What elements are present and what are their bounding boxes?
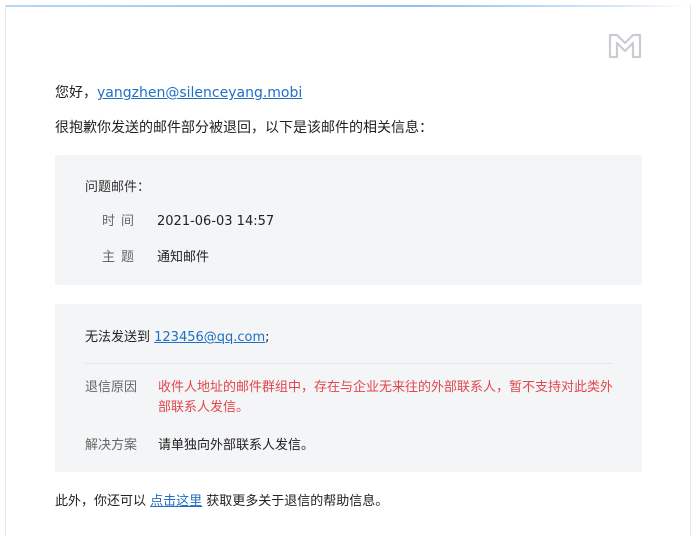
info-row-subject: 主题 通知邮件 <box>85 248 209 268</box>
greeting-prefix: 您好， <box>55 85 97 101</box>
time-label: 时间 <box>101 214 140 229</box>
subject-label: 主题 <box>101 250 140 265</box>
help-link[interactable]: 点击这里 <box>150 494 202 509</box>
reason-label: 退信原因 <box>85 380 138 395</box>
top-accent-bar <box>6 5 690 7</box>
failed-recipient-link[interactable]: 123456@qq.com <box>154 330 265 345</box>
mail-info-panel: 问题邮件： 时间 2021-06-03 14:57 主题 通知邮件 <box>55 155 642 285</box>
info-title: 问题邮件： <box>85 180 151 195</box>
solution-text: 请单独向外部联系人发信。 <box>158 438 315 453</box>
brand-logo-icon <box>608 33 642 59</box>
footer-help-line: 此外，你还可以 点击这里 获取更多关于退信的帮助信息。 <box>55 492 388 512</box>
subject-value: 通知邮件 <box>157 250 210 265</box>
recipient-email-link[interactable]: yangzhen@silenceyang.mobi <box>97 85 302 101</box>
time-value: 2021-06-03 14:57 <box>157 214 275 229</box>
panel-divider <box>85 363 612 364</box>
footer-suffix: 获取更多关于退信的帮助信息。 <box>202 494 389 509</box>
failed-suffix: ; <box>265 330 270 345</box>
footer-prefix: 此外，你还可以 <box>55 494 151 509</box>
reason-text: 收件人地址的邮件群组中，存在与企业无来往的外部联系人，暂不支持对此类外部联系人发… <box>158 380 614 415</box>
intro-text: 很抱歉你发送的邮件部分被退回，以下是该邮件的相关信息： <box>55 120 433 136</box>
bounce-reason-panel: 无法发送到 123456@qq.com; 退信原因 收件人地址的邮件群组中，存在… <box>55 304 642 472</box>
solution-label: 解决方案 <box>85 438 138 453</box>
greeting-line: 您好，yangzhen@silenceyang.mobi <box>55 83 302 103</box>
failed-prefix: 无法发送到 <box>85 330 155 345</box>
info-row-time: 时间 2021-06-03 14:57 <box>85 212 274 232</box>
email-content-frame: 您好，yangzhen@silenceyang.mobi 很抱歉你发送的邮件部分… <box>5 5 691 535</box>
failed-recipient-line: 无法发送到 123456@qq.com; <box>85 328 270 348</box>
